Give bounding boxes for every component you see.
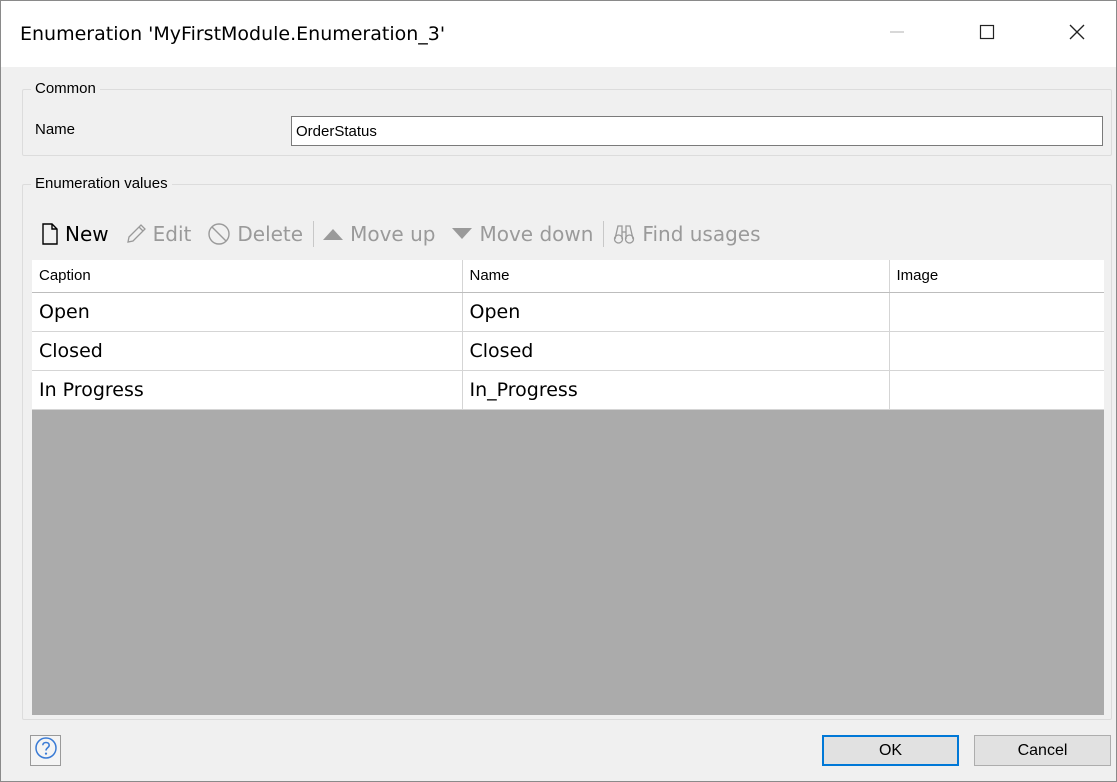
enumeration-values-legend: Enumeration values (31, 175, 172, 192)
common-group: Common Name (22, 80, 1112, 156)
table-row[interactable]: Closed Closed (32, 331, 1104, 371)
cell-image (889, 331, 1104, 371)
toolbar-separator (313, 221, 315, 247)
values-toolbar: New Edit Delete Move up Move down Find u… (41, 219, 777, 249)
delete-label: Delete (237, 222, 304, 246)
name-label: Name (35, 121, 76, 138)
cell-name: Open (462, 292, 890, 332)
table-row[interactable]: In Progress In_Progress (32, 370, 1104, 410)
triangle-up-icon (322, 226, 344, 242)
help-button[interactable] (30, 735, 61, 766)
edit-label: Edit (152, 222, 192, 246)
column-header-caption[interactable]: Caption (32, 260, 463, 293)
cancel-button[interactable]: Cancel (974, 735, 1111, 766)
ok-button[interactable]: OK (822, 735, 959, 766)
column-header-name[interactable]: Name (462, 260, 890, 293)
new-label: New (65, 222, 109, 246)
move-up-label: Move up (350, 222, 436, 246)
cell-name: In_Progress (462, 370, 890, 410)
help-icon (34, 736, 58, 765)
cell-image (889, 292, 1104, 332)
common-legend: Common (31, 80, 100, 97)
table-header-row: Caption Name Image (32, 260, 1104, 293)
column-header-image[interactable]: Image (889, 260, 1104, 293)
toolbar-separator (603, 221, 605, 247)
enumeration-dialog: Enumeration 'MyFirstModule.Enumeration_3… (0, 0, 1117, 782)
cell-caption: Closed (32, 331, 463, 371)
enumeration-values-group: Enumeration values New Edit Delete Move … (22, 175, 1112, 720)
find-usages-button[interactable]: Find usages (612, 222, 761, 246)
move-down-button[interactable]: Move down (451, 222, 593, 246)
name-input[interactable] (291, 116, 1103, 146)
delete-button[interactable]: Delete (207, 222, 303, 246)
cell-caption: Open (32, 292, 463, 332)
move-down-label: Move down (479, 222, 594, 246)
binoculars-icon (612, 223, 636, 245)
close-button[interactable] (1048, 1, 1106, 67)
cell-caption: In Progress (32, 370, 463, 410)
minimize-button[interactable] (868, 1, 926, 67)
move-up-button[interactable]: Move up (322, 222, 435, 246)
cell-image (889, 370, 1104, 410)
cell-name: Closed (462, 331, 890, 371)
enumeration-values-grid: Caption Name Image Open Open Closed Clos… (32, 260, 1104, 715)
new-button[interactable]: New (41, 222, 109, 246)
pencil-icon (125, 223, 147, 245)
maximize-button[interactable] (958, 1, 1016, 67)
values-table: Caption Name Image Open Open Closed Clos… (32, 260, 1104, 410)
title-bar: Enumeration 'MyFirstModule.Enumeration_3… (1, 1, 1116, 67)
table-row[interactable]: Open Open (32, 292, 1104, 332)
close-icon (1068, 23, 1086, 46)
window-title: Enumeration 'MyFirstModule.Enumeration_3… (20, 23, 446, 45)
find-usages-label: Find usages (642, 222, 761, 246)
edit-button[interactable]: Edit (125, 222, 192, 246)
new-document-icon (41, 223, 59, 245)
maximize-icon (979, 24, 995, 45)
minimize-icon (889, 24, 905, 45)
triangle-down-icon (451, 226, 473, 242)
prohibited-icon (207, 222, 231, 246)
